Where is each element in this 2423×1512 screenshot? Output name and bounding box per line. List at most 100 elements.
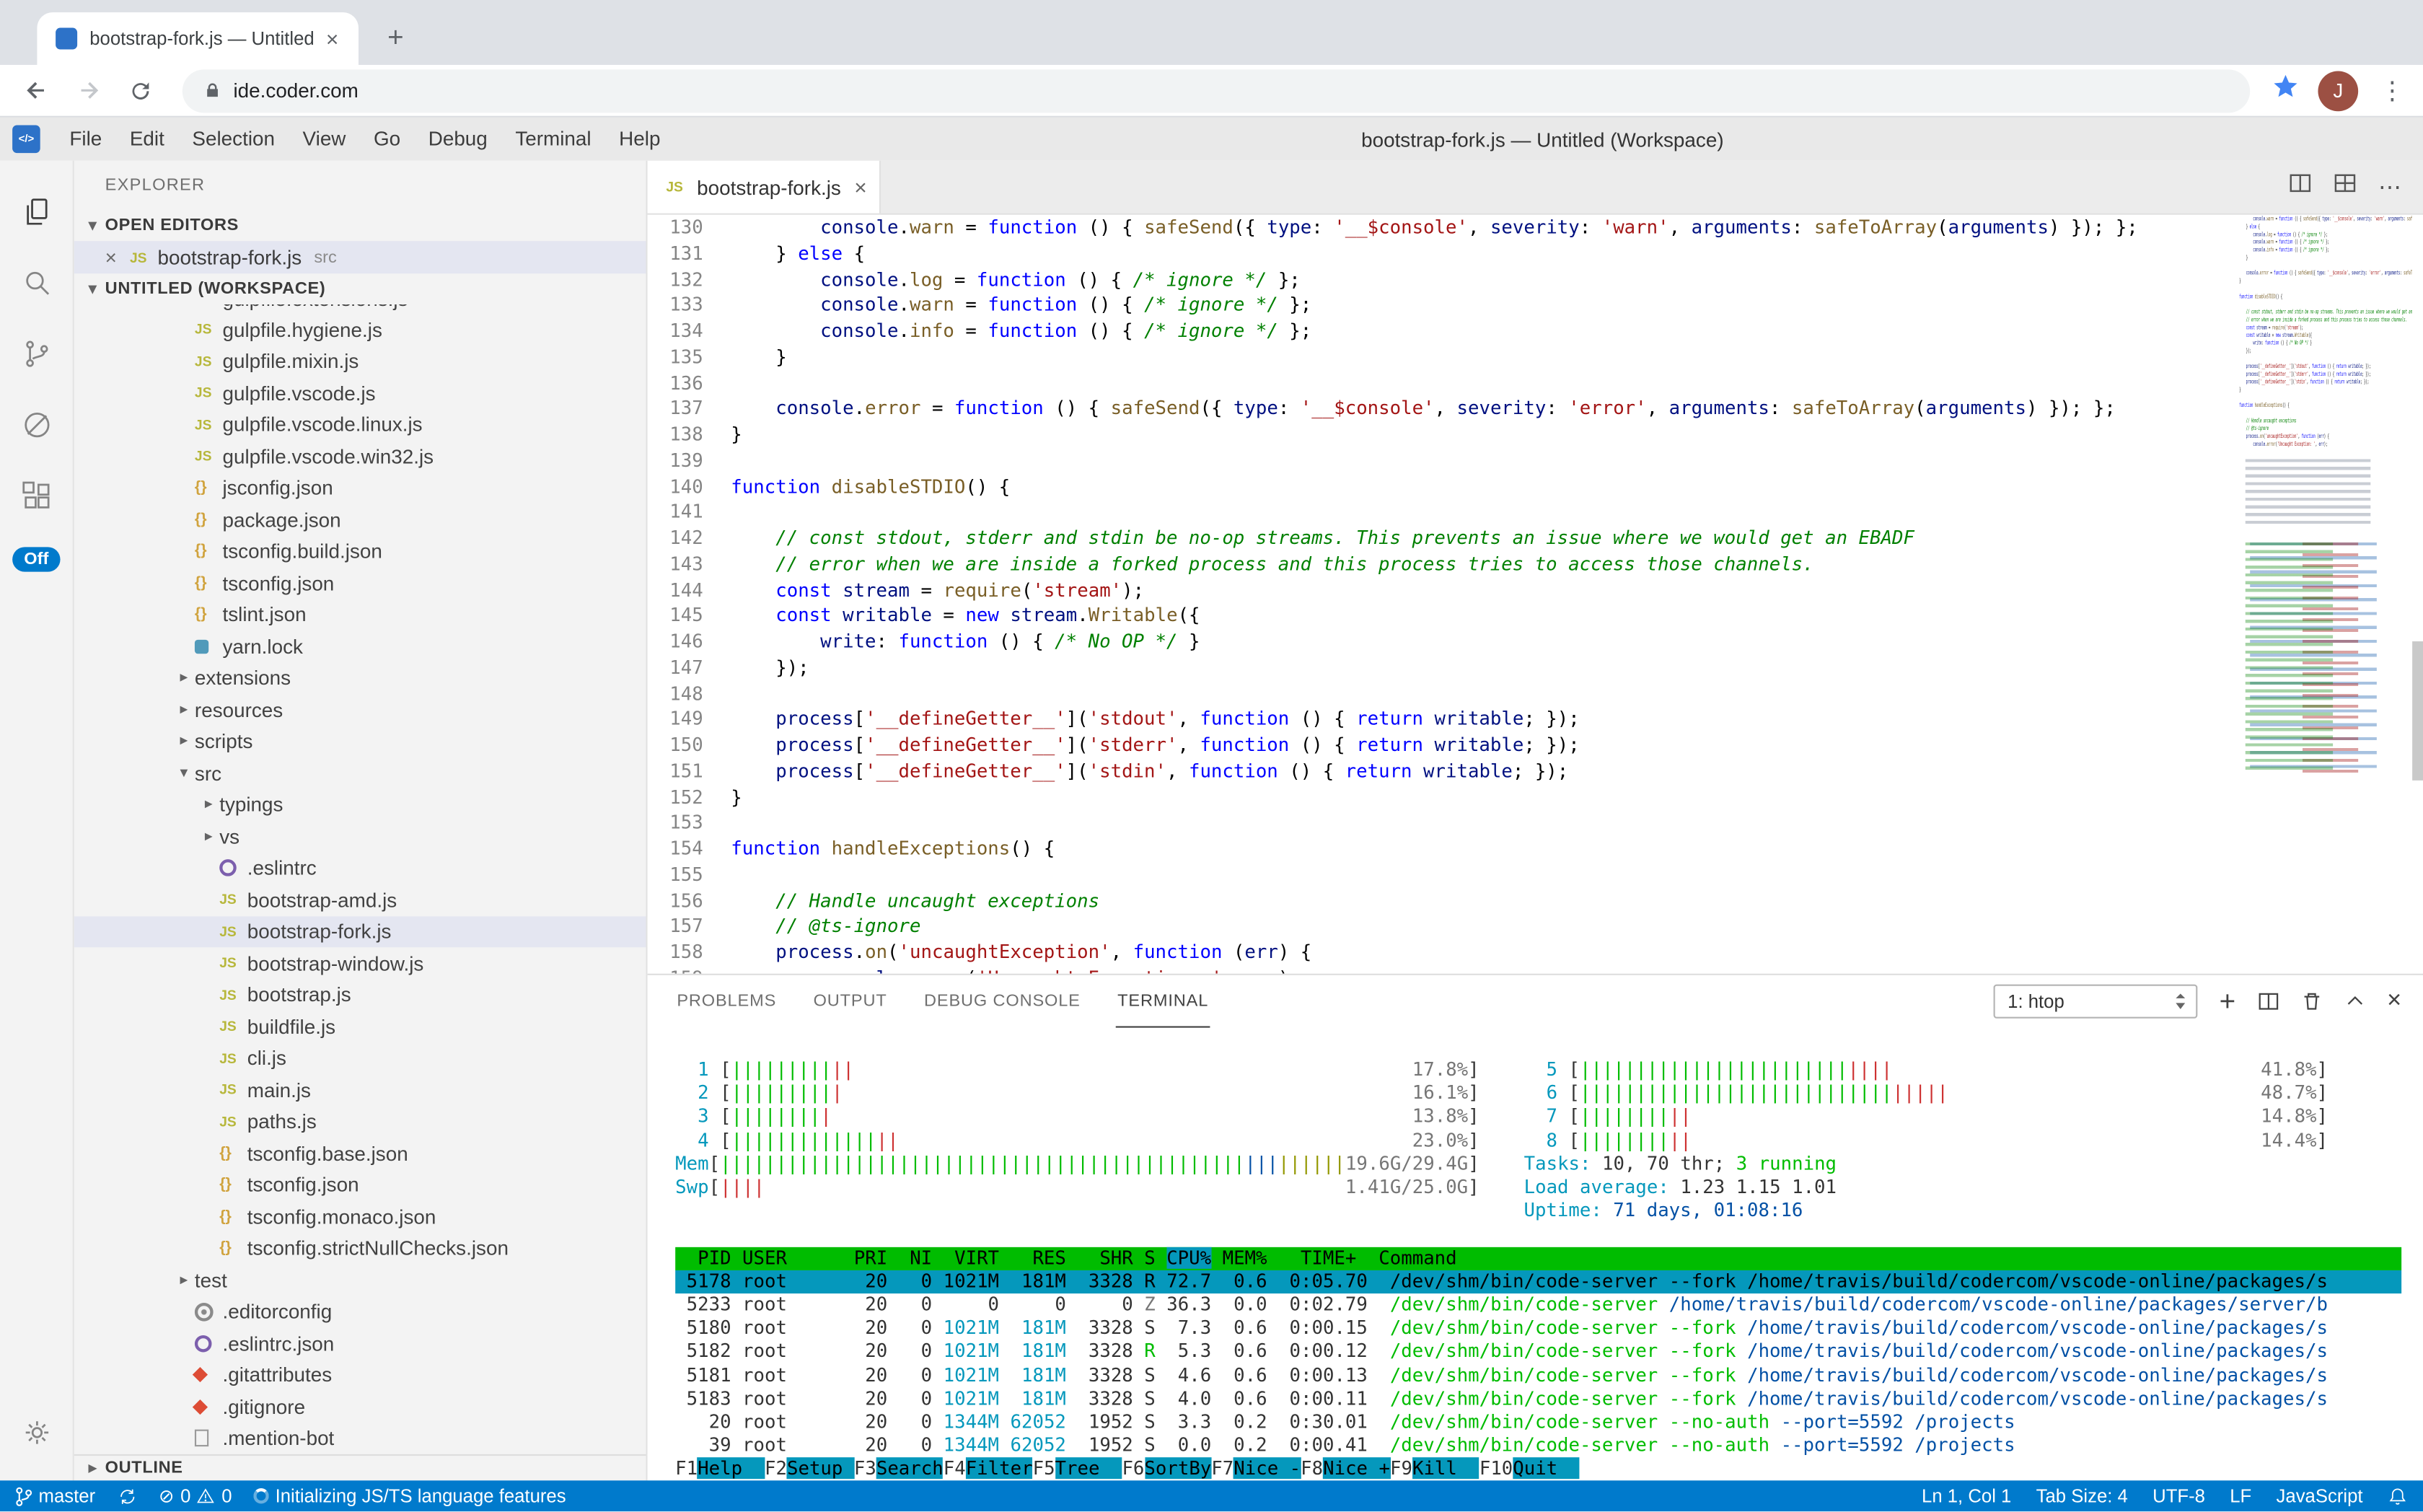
tree-item-gulpfile.mixin.js[interactable]: JSgulpfile.mixin.js xyxy=(74,346,646,377)
tab-close-icon[interactable]: × xyxy=(318,26,346,50)
tree-item-.editorconfig[interactable]: .editorconfig xyxy=(74,1296,646,1327)
tree-item-tsconfig.json[interactable]: {}tsconfig.json xyxy=(74,567,646,599)
tree-item-bootstrap-window.js[interactable]: JSbootstrap-window.js xyxy=(74,947,646,979)
open-editor-item[interactable]: × JS bootstrap-fork.js src xyxy=(74,241,646,273)
source-control-icon[interactable] xyxy=(0,318,74,390)
new-tab-button[interactable]: + xyxy=(374,15,417,58)
problems-item[interactable]: ⊘ 0 0 xyxy=(159,1485,232,1507)
tree-item-typings[interactable]: ▸typings xyxy=(74,789,646,821)
terminal-select[interactable]: 1: htop xyxy=(1994,985,2198,1019)
minimap[interactable]: console.warn = function () { safeSend({ … xyxy=(2239,215,2412,974)
menu-selection[interactable]: Selection xyxy=(178,118,289,161)
tree-item-package.json[interactable]: {}package.json xyxy=(74,504,646,535)
cursor-position[interactable]: Ln 1, Col 1 xyxy=(1922,1485,2011,1507)
tree-item-.mention-bot[interactable]: .mention-bot xyxy=(74,1423,646,1454)
tree-item-tsconfig.strictnullchecks.json[interactable]: {}tsconfig.strictNullChecks.json xyxy=(74,1232,646,1264)
terminal[interactable]: 1 [||||||||||| 17.8%] 5 [|||||||||||||||… xyxy=(648,1028,2423,1481)
tree-item-gulpfile.vscode.win32.js[interactable]: JSgulpfile.vscode.win32.js xyxy=(74,441,646,472)
sync-icon[interactable] xyxy=(117,1486,137,1506)
avatar[interactable]: J xyxy=(2318,70,2358,110)
workspace-header[interactable]: ▾ UNTITLED (WORKSPACE) xyxy=(74,273,646,304)
tree-item-tsconfig.build.json[interactable]: {}tsconfig.build.json xyxy=(74,535,646,567)
tree-item-.eslintrc.json[interactable]: .eslintrc.json xyxy=(74,1327,646,1359)
status-bar: master ⊘ 0 0 Initializing JS/TS language… xyxy=(0,1480,2423,1511)
maximize-panel-icon[interactable] xyxy=(2344,990,2365,1012)
tree-item-tslint.json[interactable]: {}tslint.json xyxy=(74,599,646,630)
git-branch-item[interactable]: master xyxy=(15,1485,95,1507)
editor-scrollbar[interactable] xyxy=(2412,641,2423,781)
menu-help[interactable]: Help xyxy=(605,118,674,161)
open-editors-header[interactable]: ▾ OPEN EDITORS xyxy=(74,210,646,241)
tree-item-.gitignore[interactable]: .gitignore xyxy=(74,1391,646,1423)
tree-item-test[interactable]: ▸test xyxy=(74,1264,646,1296)
settings-gear-icon[interactable] xyxy=(0,1397,74,1469)
tree-item-extensions[interactable]: ▸extensions xyxy=(74,662,646,694)
tree-item-.gitattributes[interactable]: .gitattributes xyxy=(74,1359,646,1391)
browser-tab[interactable]: bootstrap-fork.js — Untitled (W × xyxy=(37,12,359,65)
forward-icon[interactable] xyxy=(68,70,108,110)
menu-debug[interactable]: Debug xyxy=(414,118,501,161)
back-icon[interactable] xyxy=(15,70,56,110)
menu-go[interactable]: Go xyxy=(360,118,415,161)
bookmark-star-icon[interactable] xyxy=(2272,73,2300,108)
extensions-icon[interactable] xyxy=(0,460,74,532)
panel-tab-problems[interactable]: PROBLEMS xyxy=(675,976,778,1027)
code-content[interactable]: console.warn = function () { safeSend({ … xyxy=(731,215,2423,974)
collaboration-off-badge[interactable]: Off xyxy=(12,547,61,571)
encoding[interactable]: UTF-8 xyxy=(2152,1485,2205,1507)
tree-item-gulpfile.vscode.js[interactable]: JSgulpfile.vscode.js xyxy=(74,377,646,409)
tab-close-icon[interactable]: × xyxy=(854,175,867,199)
new-terminal-icon[interactable]: + xyxy=(2220,985,2236,1018)
tab-size[interactable]: Tab Size: 4 xyxy=(2036,1485,2128,1507)
more-actions-icon[interactable]: ⋯ xyxy=(2378,173,2401,201)
tree-item-bootstrap-fork.js[interactable]: JSbootstrap-fork.js xyxy=(74,915,646,947)
reload-icon[interactable] xyxy=(120,70,161,110)
language-mode[interactable]: JavaScript xyxy=(2277,1485,2363,1507)
menu-edit[interactable]: Edit xyxy=(116,118,179,161)
tree-item-buildfile.js[interactable]: JSbuildfile.js xyxy=(74,1011,646,1042)
tree-item-yarn.lock[interactable]: yarn.lock xyxy=(74,630,646,662)
tree-item-.eslintrc[interactable]: .eslintrc xyxy=(74,852,646,884)
tree-item-tsconfig.base.json[interactable]: {}tsconfig.base.json xyxy=(74,1138,646,1169)
url-bar[interactable]: ide.coder.com xyxy=(183,69,2250,112)
tree-item-src[interactable]: ▾src xyxy=(74,757,646,789)
menu-file[interactable]: File xyxy=(56,118,115,161)
language-status-item[interactable]: Initializing JS/TS language features xyxy=(254,1485,566,1507)
close-icon[interactable]: × xyxy=(105,246,130,269)
editor-layout-icon[interactable] xyxy=(2334,172,2357,203)
code-editor[interactable]: 1301311321331341351361371381391401411421… xyxy=(648,215,2423,974)
search-icon[interactable] xyxy=(0,247,74,319)
tree-item-vs[interactable]: ▸vs xyxy=(74,821,646,853)
tree-item-jsconfig.json[interactable]: {}jsconfig.json xyxy=(74,472,646,504)
close-panel-icon[interactable]: × xyxy=(2387,988,2401,1016)
browser-menu-icon[interactable]: ⋮ xyxy=(2377,75,2408,106)
tree-item-main.js[interactable]: JSmain.js xyxy=(74,1074,646,1106)
tree-item-bootstrap.js[interactable]: JSbootstrap.js xyxy=(74,979,646,1011)
notifications-bell-icon[interactable] xyxy=(2388,1486,2408,1506)
panel-tab-debug-console[interactable]: DEBUG CONSOLE xyxy=(923,976,1082,1027)
tree-item-gulpfile.vscode.linux.js[interactable]: JSgulpfile.vscode.linux.js xyxy=(74,409,646,441)
panel-tab-output[interactable]: OUTPUT xyxy=(812,976,888,1027)
lock-icon xyxy=(204,80,221,100)
tree-item-scripts[interactable]: ▸scripts xyxy=(74,726,646,757)
outline-header[interactable]: ▸ OUTLINE xyxy=(74,1454,646,1480)
menu-view[interactable]: View xyxy=(289,118,359,161)
debug-icon[interactable] xyxy=(0,390,74,461)
tree-item-gulpfile.hygiene.js[interactable]: JSgulpfile.hygiene.js xyxy=(74,314,646,346)
split-terminal-icon[interactable] xyxy=(2257,990,2279,1012)
tree-item-resources[interactable]: ▸resources xyxy=(74,694,646,726)
tree-item-bootstrap-amd.js[interactable]: JSbootstrap-amd.js xyxy=(74,884,646,915)
tree-item-paths.js[interactable]: JSpaths.js xyxy=(74,1106,646,1138)
tree-item-cli.js[interactable]: JScli.js xyxy=(74,1042,646,1074)
menu-terminal[interactable]: Terminal xyxy=(501,118,605,161)
eol[interactable]: LF xyxy=(2230,1485,2251,1507)
editor-tab[interactable]: JS bootstrap-fork.js × xyxy=(648,161,881,214)
js-file-icon: JS xyxy=(130,250,158,265)
tree-item-tsconfig.json[interactable]: {}tsconfig.json xyxy=(74,1169,646,1201)
panel-tab-terminal[interactable]: TERMINAL xyxy=(1116,976,1210,1027)
explorer-icon[interactable] xyxy=(0,176,74,247)
tree-item-tsconfig.monaco.json[interactable]: {}tsconfig.monaco.json xyxy=(74,1201,646,1233)
clipped-tree-item[interactable]: JS gulpfile.extensions.js xyxy=(74,304,646,314)
split-editor-icon[interactable] xyxy=(2289,172,2312,203)
kill-terminal-icon[interactable] xyxy=(2300,990,2322,1012)
